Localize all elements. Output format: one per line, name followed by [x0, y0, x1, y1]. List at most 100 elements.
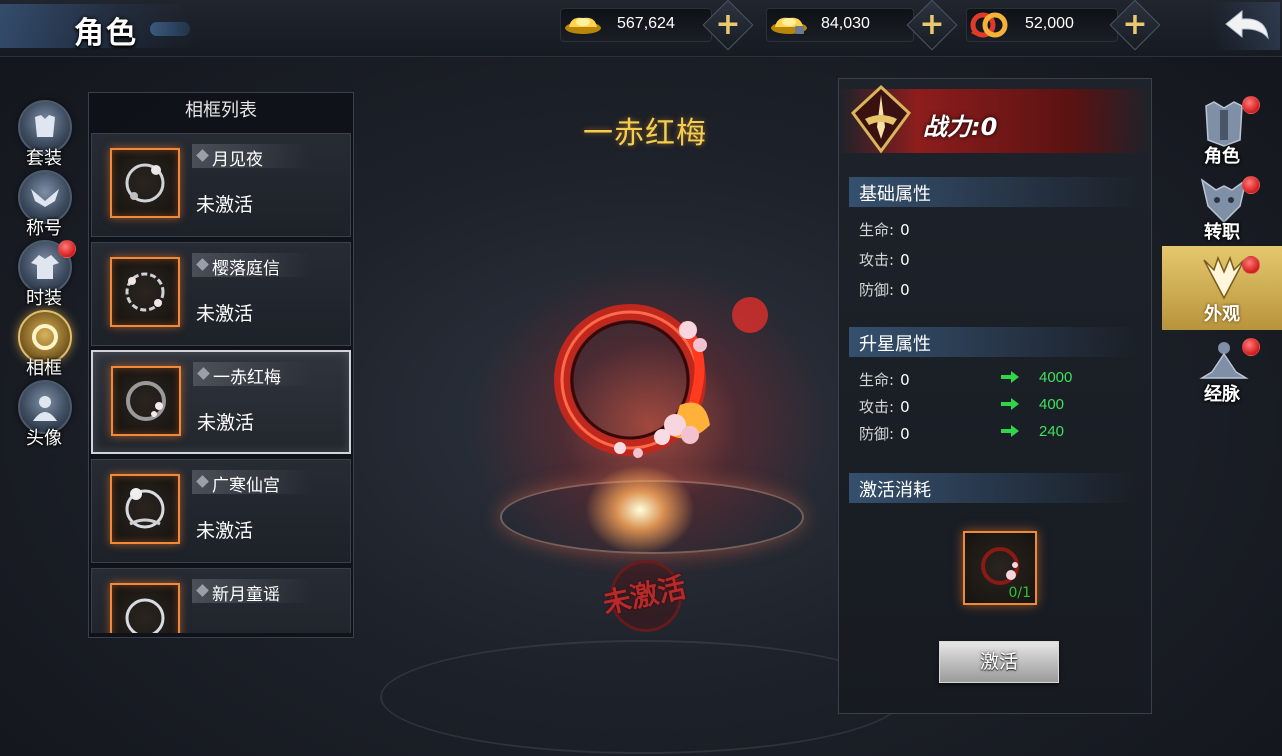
frame-status: 未激活	[196, 520, 254, 542]
category-suit[interactable]: 套装	[14, 100, 74, 169]
category-label: 套装	[26, 148, 62, 169]
activate-button[interactable]: 激活	[939, 641, 1059, 683]
frame-ring-icon	[32, 324, 58, 350]
category-label: 头像	[26, 428, 62, 449]
category-label: 时装	[26, 288, 62, 309]
wings-icon	[31, 189, 59, 207]
bound-gold-ingot-icon	[771, 17, 807, 34]
page-title: 角色	[74, 16, 138, 51]
frame-thumbnail	[110, 257, 180, 327]
frame-list-header: 相框列表	[185, 100, 257, 121]
nav-label: 转职	[1204, 222, 1240, 243]
armor-icon	[35, 115, 55, 137]
gold-value: 567,624	[617, 15, 675, 32]
star-attributes-header: 升星属性	[849, 327, 1139, 357]
info-panel: 战力:0 基础属性 生命: 0 攻击: 0 防御: 0 升星属性 生命: 0 4000 …	[838, 78, 1152, 714]
plus-icon: +	[715, 7, 741, 42]
frame-status: 未激活	[196, 303, 254, 325]
title-decoration	[150, 22, 190, 36]
nav-label: 外观	[1204, 304, 1240, 325]
frame-name: 广寒仙宫	[212, 476, 280, 496]
plum-frame-icon	[126, 381, 166, 421]
green-arrow-icon	[1001, 371, 1019, 383]
frame-name: 新月童谣	[212, 585, 280, 605]
sword-emblem-icon	[850, 84, 912, 154]
crescent-frame-icon	[125, 598, 165, 633]
gold-ingot-icon	[565, 17, 601, 34]
nav-meridian[interactable]: 经脉	[1162, 334, 1282, 408]
category-frame[interactable]: 相框	[14, 310, 74, 379]
frame-list[interactable]: 月见夜 未激活 樱落庭信 未激活 一赤红梅 未激活 广寒仙宫 未激活 新月童谣	[91, 133, 351, 633]
star-stat-attack: 攻击: 0	[859, 398, 910, 416]
frame-list-item[interactable]: 广寒仙宫 未激活	[91, 459, 351, 563]
cost-item-slot[interactable]: 0/1	[963, 531, 1037, 605]
star-stat-defense-next: 240	[1039, 423, 1065, 440]
base-stat-attack: 攻击: 0	[859, 251, 910, 269]
plum-frame-item-icon	[981, 547, 1019, 585]
frame-thumbnail	[110, 474, 180, 544]
plus-icon: +	[1122, 7, 1148, 42]
robe-icon	[31, 255, 59, 279]
portrait-icon	[33, 396, 57, 421]
section-title: 升星属性	[859, 334, 931, 355]
frame-list-item[interactable]: 新月童谣	[91, 568, 351, 633]
bound-gold-value: 84,030	[821, 15, 870, 32]
star-stat-hp: 生命: 0	[859, 371, 910, 389]
frame-status: 未激活	[196, 194, 254, 216]
floor-circle	[380, 640, 904, 754]
nav-appearance[interactable]: 外观	[1162, 246, 1282, 330]
activation-cost-header: 激活消耗	[849, 473, 1139, 503]
frame-preview-title: 一赤红梅	[583, 116, 707, 151]
back-button[interactable]	[1212, 2, 1280, 50]
nav-label: 经脉	[1204, 384, 1240, 405]
frame-thumbnail	[110, 148, 180, 218]
base-attributes-header: 基础属性	[849, 177, 1139, 207]
frame-list-item[interactable]: 樱落庭信 未激活	[91, 242, 351, 346]
currency-gold: 567,624	[560, 8, 712, 42]
category-avatar[interactable]: 头像	[14, 380, 74, 449]
frame-thumbnail	[110, 583, 180, 633]
category-label: 相框	[26, 358, 62, 379]
palace-frame-icon	[125, 488, 165, 529]
back-arrow-icon	[1225, 9, 1269, 40]
combat-power: 战力:0	[923, 113, 998, 141]
frame-list-panel: 相框列表 月见夜 未激活 樱落庭信 未激活 一赤红梅 未激活 广寒仙宫 未激活 …	[88, 92, 354, 638]
frame-status: 未激活	[197, 412, 255, 434]
category-fashion[interactable]: 时装	[14, 240, 76, 309]
base-stat-defense: 防御: 0	[859, 281, 910, 299]
inactive-stamp: 未激活	[596, 560, 692, 632]
moon-frame-icon	[125, 163, 165, 203]
notification-badge	[1242, 96, 1260, 114]
light-flare	[585, 465, 695, 555]
frame-list-item-selected[interactable]: 一赤红梅 未激活	[91, 350, 351, 454]
category-title[interactable]: 称号	[14, 170, 74, 239]
plum-frame-preview	[554, 297, 768, 458]
frame-thumbnail	[111, 366, 181, 436]
nav-character[interactable]: 角色	[1162, 96, 1282, 170]
notification-badge	[1242, 338, 1260, 356]
green-arrow-icon	[1001, 425, 1019, 437]
frame-name: 一赤红梅	[213, 368, 281, 388]
green-arrow-icon	[1001, 398, 1019, 410]
frame-name: 月见夜	[212, 150, 263, 170]
notification-badge	[1242, 176, 1260, 194]
category-label: 称号	[26, 218, 62, 239]
copper-value: 52,000	[1025, 15, 1074, 32]
nav-label: 角色	[1204, 146, 1240, 167]
notification-badge	[1242, 256, 1260, 274]
section-title: 基础属性	[859, 184, 931, 205]
star-stat-attack-next: 400	[1039, 396, 1065, 413]
star-stat-hp-next: 4000	[1039, 369, 1073, 386]
section-title: 激活消耗	[859, 480, 931, 501]
frame-list-item[interactable]: 月见夜 未激活	[91, 133, 351, 237]
copper-coins-icon	[970, 12, 1008, 38]
sakura-frame-icon	[125, 272, 165, 312]
frame-name: 樱落庭信	[212, 259, 280, 279]
notification-badge	[58, 240, 76, 258]
cost-count: 0/1	[1008, 585, 1031, 601]
nav-class-change[interactable]: 转职	[1162, 172, 1282, 246]
star-stat-defense: 防御: 0	[859, 425, 910, 443]
currency-bound-gold: 84,030	[766, 8, 914, 42]
base-stat-hp: 生命: 0	[859, 221, 910, 239]
plus-icon: +	[919, 7, 945, 42]
